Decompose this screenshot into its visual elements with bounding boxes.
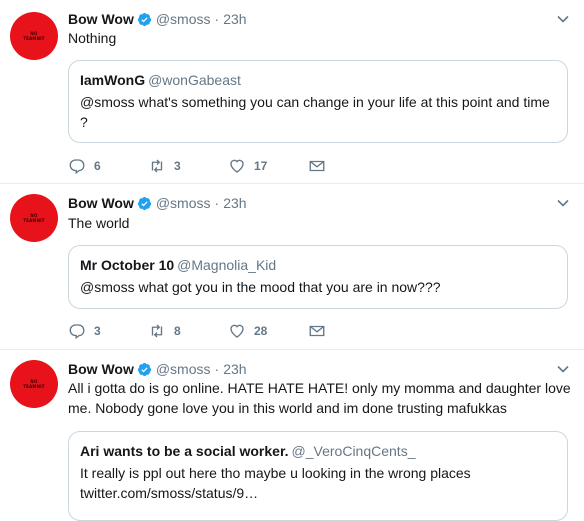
chevron-down-icon[interactable] [556, 362, 570, 376]
avatar[interactable]: NO TEAMNIT [10, 194, 58, 242]
chevron-down-icon[interactable] [556, 12, 570, 26]
separator: · [214, 195, 220, 211]
separator: · [214, 361, 220, 377]
separator: · [214, 11, 220, 27]
avatar[interactable]: NO TEAMNIT [10, 12, 58, 60]
envelope-icon [309, 160, 325, 172]
quoted-author-name: Mr October 10 [80, 257, 175, 273]
quoted-author-handle: @_VeroCinqCents_ [291, 443, 416, 459]
verified-badge-icon [137, 12, 151, 26]
tweet-text: Nothing [68, 30, 117, 46]
quoted-author-name: Ari wants to be a social worker. [80, 443, 289, 459]
heart-icon [230, 324, 244, 338]
chevron-down-icon[interactable] [556, 196, 570, 210]
verified-badge-icon [137, 362, 151, 376]
heart-icon [230, 159, 244, 173]
quoted-author-handle: @Magnolia_Kid [177, 257, 277, 273]
reply-icon [69, 324, 85, 340]
retweet-icon [151, 159, 163, 173]
reply-button[interactable]: 6 [68, 157, 148, 175]
avatar-text: TEAMNIT [23, 218, 45, 223]
quoted-tweet-text: It really is ppl out here tho maybe u lo… [80, 465, 471, 501]
tweet[interactable]: NO TEAMNIT Bow Wow @smoss · 23h All i go… [0, 350, 584, 521]
quoted-tweet[interactable]: Ari wants to be a social worker. @_VeroCi… [68, 431, 568, 521]
quoted-tweet[interactable]: IamWonG @wonGabeast @smoss what's somethi… [68, 60, 568, 143]
author-handle[interactable]: @smoss [156, 195, 211, 211]
avatar-text: TEAMNIT [23, 36, 45, 41]
direct-message-button[interactable] [308, 322, 338, 340]
retweet-button[interactable]: 8 [148, 322, 228, 340]
quoted-tweet-text: @smoss what's something you can change i… [80, 94, 550, 130]
tweet[interactable]: NO TEAMNIT Bow Wow @smoss · 23h Nothing … [0, 0, 584, 184]
timestamp[interactable]: 23h [223, 195, 246, 211]
tweet-text: All i gotta do is go online. HATE HATE H… [68, 380, 571, 416]
quoted-tweet-text: @smoss what got you in the mood that you… [80, 279, 441, 295]
reply-icon [69, 159, 85, 175]
quoted-author-handle: @wonGabeast [148, 72, 241, 88]
tweet-text: The world [68, 215, 130, 231]
like-button[interactable]: 17 [228, 157, 308, 175]
reply-count: 6 [94, 159, 101, 173]
quoted-author-name: IamWonG [80, 72, 146, 88]
author-name[interactable]: Bow Wow [68, 361, 134, 377]
retweet-count: 8 [174, 324, 181, 338]
retweet-button[interactable]: 3 [148, 157, 228, 175]
envelope-icon [309, 325, 325, 337]
timestamp[interactable]: 23h [223, 361, 246, 377]
verified-badge-icon [137, 196, 151, 210]
avatar-text: TEAMNIT [23, 384, 45, 389]
retweet-icon [151, 324, 163, 338]
author-handle[interactable]: @smoss [156, 11, 211, 27]
like-button[interactable]: 28 [228, 322, 308, 340]
direct-message-button[interactable] [308, 157, 338, 175]
tweet[interactable]: NO TEAMNIT Bow Wow @smoss · 23h The worl… [0, 184, 584, 350]
avatar[interactable]: NO TEAMNIT [10, 360, 58, 408]
reply-count: 3 [94, 324, 101, 338]
author-name[interactable]: Bow Wow [68, 195, 134, 211]
author-handle[interactable]: @smoss [156, 361, 211, 377]
timestamp[interactable]: 23h [223, 11, 246, 27]
author-name[interactable]: Bow Wow [68, 11, 134, 27]
retweet-count: 3 [174, 159, 181, 173]
quoted-tweet[interactable]: Mr October 10 @Magnolia_Kid @smoss what g… [68, 245, 568, 309]
like-count: 17 [254, 159, 268, 173]
like-count: 28 [254, 324, 268, 338]
reply-button[interactable]: 3 [68, 322, 148, 340]
